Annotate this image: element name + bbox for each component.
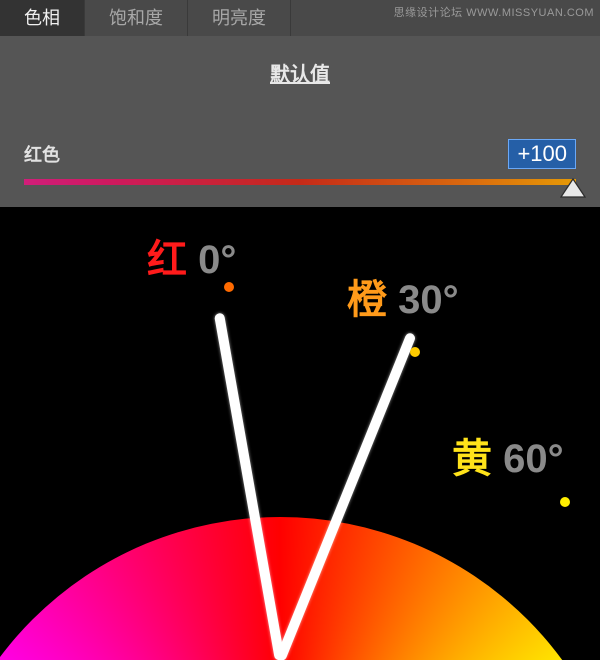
label-char: 橙 (347, 278, 387, 322)
slider-color-label: 红色 (24, 141, 60, 167)
slider-value-field[interactable]: +100 (508, 139, 576, 169)
hue-slider-row: 红色 +100 (0, 139, 600, 169)
angle-label-red: 红 0° (147, 227, 236, 285)
label-deg: 30° (387, 278, 459, 322)
color-wheel-diagram: 红 0° 橙 30° 黄 60° (0, 207, 600, 660)
tab-label: 明亮度 (212, 8, 266, 28)
tab-label: 色相 (24, 8, 60, 28)
angle-label-yellow: 黄 60° (452, 426, 564, 484)
tab-hue[interactable]: 色相 (0, 0, 85, 36)
tab-luminance[interactable]: 明亮度 (188, 0, 291, 36)
hue-slider-track[interactable] (24, 179, 576, 185)
marker-dot (410, 347, 420, 357)
angle-label-orange: 橙 30° (347, 267, 459, 325)
defaults-row: 默认值 (0, 36, 600, 87)
label-char: 红 (147, 238, 187, 282)
tab-label: 饱和度 (109, 8, 163, 28)
hue-wheel (0, 517, 600, 660)
label-deg: 60° (492, 437, 564, 481)
marker-dot (560, 497, 570, 507)
defaults-link[interactable]: 默认值 (270, 64, 330, 86)
watermark-text: 思缘设计论坛 WWW.MISSYUAN.COM (394, 4, 594, 20)
tab-saturation[interactable]: 饱和度 (85, 0, 188, 36)
hsl-panel: 思缘设计论坛 WWW.MISSYUAN.COM 色相 饱和度 明亮度 默认值 红… (0, 0, 600, 207)
label-char: 黄 (452, 437, 492, 481)
label-deg: 0° (187, 238, 236, 282)
